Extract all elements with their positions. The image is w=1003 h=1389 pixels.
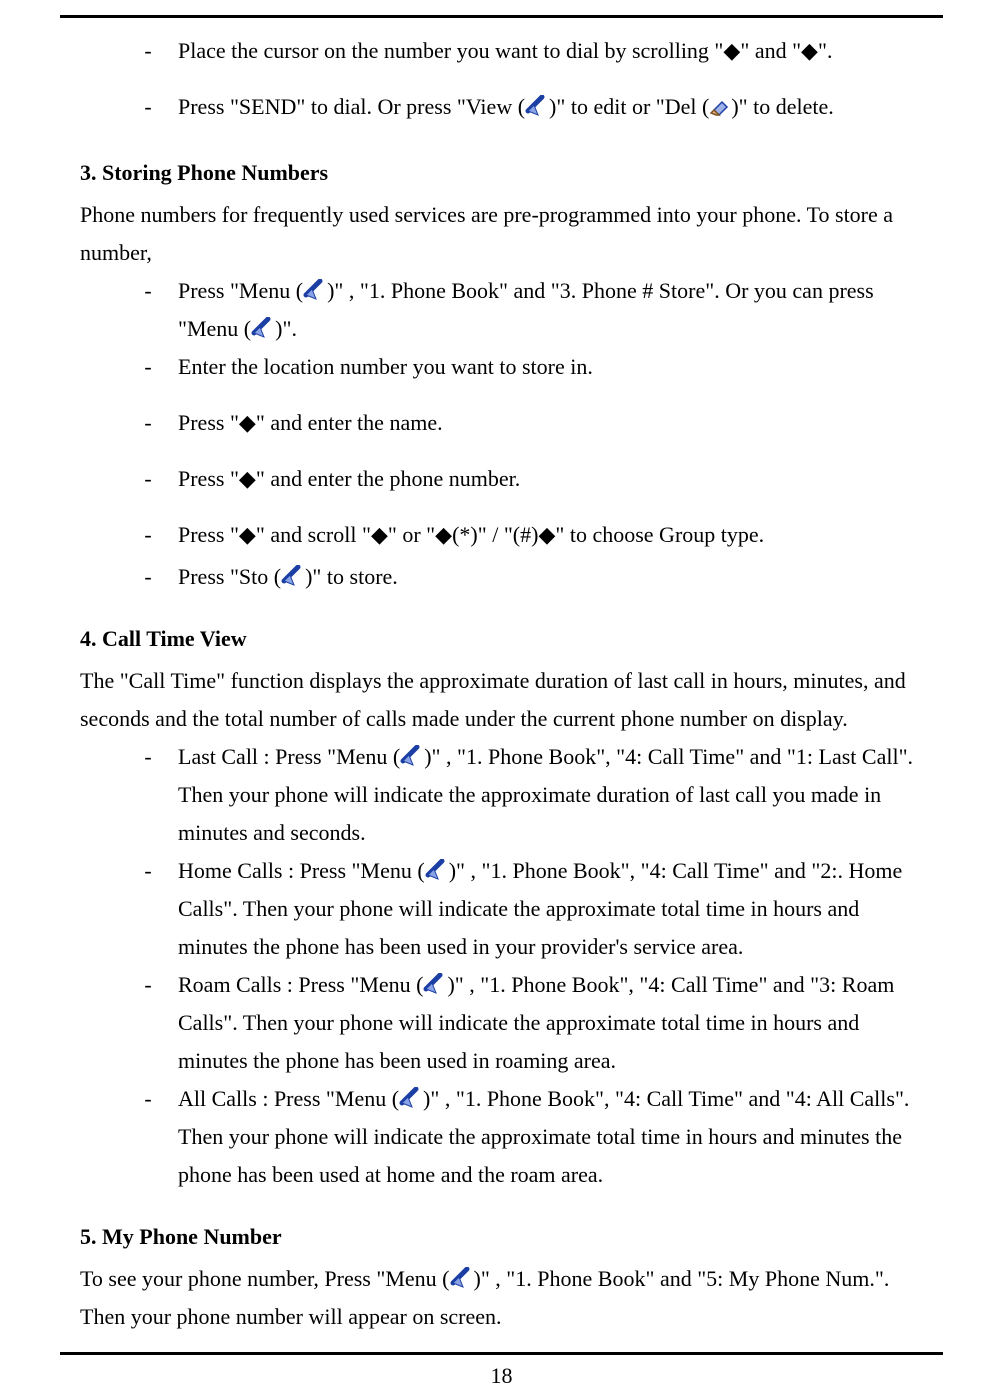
eraser-icon — [709, 97, 731, 117]
list-item: -Press "◆" and scroll "◆" or "◆(*)" / "(… — [80, 516, 931, 554]
heading-storing-phone-numbers: 3. Storing Phone Numbers — [80, 154, 931, 192]
bullet-dash: - — [138, 738, 158, 776]
list-item-text: Home Calls : Press "Menu ()" , "1. Phone… — [178, 852, 931, 966]
page-number: 18 — [60, 1363, 943, 1389]
intro-my-phone-number: To see your phone number, Press "Menu ()… — [80, 1260, 931, 1336]
softkey-icon — [400, 745, 424, 767]
bullet-dash: - — [138, 1080, 158, 1118]
list-item: -Roam Calls : Press "Menu ()" , "1. Phon… — [80, 966, 931, 1080]
list-item: -Press "◆" and enter the phone number. — [80, 460, 931, 498]
softkey-icon — [423, 973, 447, 995]
softkey-icon — [251, 317, 275, 339]
page: -Place the cursor on the number you want… — [0, 0, 1003, 1352]
heading-call-time-view: 4. Call Time View — [80, 620, 931, 658]
content-area: -Place the cursor on the number you want… — [60, 32, 943, 1336]
block-1: -Place the cursor on the number you want… — [80, 32, 931, 130]
bullet-dash: - — [138, 852, 158, 890]
bullet-dash: - — [138, 88, 158, 126]
bullet-dash: - — [138, 558, 158, 596]
block-2-bullets: -Press "Menu ()" , "1. Phone Book" and "… — [80, 272, 931, 596]
list-item: -Press "SEND" to dial. Or press "View ()… — [80, 88, 931, 126]
bottom-rule — [60, 1352, 943, 1355]
list-item-text: Enter the location number you want to st… — [178, 348, 931, 386]
softkey-icon — [281, 565, 305, 587]
softkey-icon — [525, 95, 549, 117]
list-item: -Last Call : Press "Menu ()" , "1. Phone… — [80, 738, 931, 852]
intro-call-time-view: The "Call Time" function displays the ap… — [80, 662, 931, 738]
list-item-text: Roam Calls : Press "Menu ()" , "1. Phone… — [178, 966, 931, 1080]
block-3-bullets: -Last Call : Press "Menu ()" , "1. Phone… — [80, 738, 931, 1194]
bullet-dash: - — [138, 516, 158, 554]
bullet-dash: - — [138, 460, 158, 498]
bullet-dash: - — [138, 404, 158, 442]
list-item: -Enter the location number you want to s… — [80, 348, 931, 386]
intro-storing-phone-numbers: Phone numbers for frequently used servic… — [80, 196, 931, 272]
list-item-text: Press "Sto ()" to store. — [178, 558, 931, 596]
list-item: -Press "◆" and enter the name. — [80, 404, 931, 442]
softkey-icon — [450, 1267, 474, 1289]
list-item-text: All Calls : Press "Menu ()" , "1. Phone … — [178, 1080, 931, 1194]
list-item: -Press "Menu ()" , "1. Phone Book" and "… — [80, 272, 931, 348]
list-item-text: Press "◆" and enter the phone number. — [178, 460, 931, 498]
list-item-text: Last Call : Press "Menu ()" , "1. Phone … — [178, 738, 931, 852]
list-item: -All Calls : Press "Menu ()" , "1. Phone… — [80, 1080, 931, 1194]
list-item-text: Press "SEND" to dial. Or press "View ()"… — [178, 88, 931, 126]
list-item-text: Press "◆" and enter the name. — [178, 404, 931, 442]
list-item-text: Press "Menu ()" , "1. Phone Book" and "3… — [178, 272, 931, 348]
softkey-icon — [303, 279, 327, 301]
heading-my-phone-number: 5. My Phone Number — [80, 1218, 931, 1256]
bullet-dash: - — [138, 348, 158, 386]
softkey-icon — [425, 859, 449, 881]
bullet-dash: - — [138, 272, 158, 310]
list-item-text: Press "◆" and scroll "◆" or "◆(*)" / "(#… — [178, 516, 931, 554]
list-item: -Place the cursor on the number you want… — [80, 32, 931, 70]
top-rule — [60, 15, 943, 18]
list-item: -Press "Sto ()" to store. — [80, 558, 931, 596]
bullet-dash: - — [138, 966, 158, 1004]
bullet-dash: - — [138, 32, 158, 70]
list-item: -Home Calls : Press "Menu ()" , "1. Phon… — [80, 852, 931, 966]
list-item-text: Place the cursor on the number you want … — [178, 32, 931, 70]
softkey-icon — [399, 1087, 423, 1109]
